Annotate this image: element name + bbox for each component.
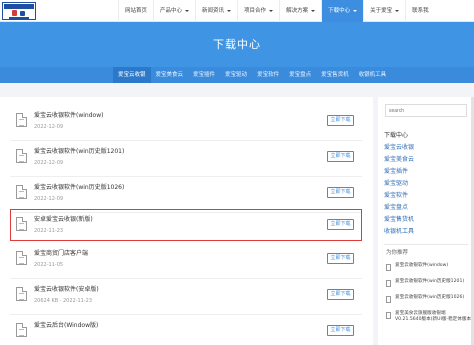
download-date: 20624 KB · 2022-11-23 <box>34 298 93 304</box>
file-icon <box>16 323 27 337</box>
sidebar-heading: 下载中心 <box>384 132 409 139</box>
sidebar-link-drivers[interactable]: 爱宝驱动 <box>384 180 408 188</box>
caret-down-icon <box>353 9 358 12</box>
sidebar-link-cloud-cashier[interactable]: 爱宝云收银 <box>384 144 414 152</box>
nav-label: 下载中心 <box>328 8 351 14</box>
nav-item-solutions[interactable]: 解决方案 <box>279 0 321 22</box>
sidebar: 下载中心 爱宝云收银 爱宝美食云 爱宝插件 爱宝驱动 爱宝软件 爱宝盘点 爱宝售… <box>378 97 474 345</box>
download-title[interactable]: 爱宝云收银软件(window) <box>34 112 103 120</box>
tab-inventory[interactable]: 爱宝盘点 <box>284 67 316 83</box>
file-icon <box>386 264 391 271</box>
recommend-item[interactable]: 爱宝云收银软件(win历史版1201) <box>386 278 470 293</box>
caret-down-icon <box>227 9 232 12</box>
category-tab-bar: 爱宝云收银 爱宝美食云 爱宝插件 爱宝驱动 爱宝软件 爱宝盘点 爱宝售货机 收银… <box>0 67 474 83</box>
top-navigation-bar: 网站首页 产品中心 新闻资讯 项目合作 解决方案 下载中心 关于爱宝 联系我 <box>0 0 474 22</box>
sidebar-link-food-cloud[interactable]: 爱宝美食云 <box>384 156 414 164</box>
list-item: 爱宝云收银软件(win历史版1026) 2022-12-09 立即下载 <box>10 177 362 211</box>
list-item-highlighted: 安卓爱宝云收银(新版) 2022-11-23 立即下载 <box>10 209 362 241</box>
search-input[interactable] <box>385 104 467 117</box>
sidebar-link-inventory[interactable]: 爱宝盘点 <box>384 204 408 212</box>
download-button[interactable]: 立即下载 <box>327 187 354 198</box>
file-icon <box>386 280 391 287</box>
nav-item-home[interactable]: 网站首页 <box>118 0 153 22</box>
file-icon <box>16 149 27 163</box>
tab-food-cloud[interactable]: 爱宝美食云 <box>151 67 189 83</box>
nav-label: 项目合作 <box>244 8 267 14</box>
tab-plugins[interactable]: 爱宝插件 <box>188 67 220 83</box>
main-nav: 网站首页 产品中心 新闻资讯 项目合作 解决方案 下载中心 关于爱宝 联系我 <box>118 0 435 22</box>
nav-item-cooperation[interactable]: 项目合作 <box>237 0 279 22</box>
sidebar-link-cashier-tools[interactable]: 收银机工具 <box>384 228 414 236</box>
download-button[interactable]: 立即下载 <box>327 151 354 162</box>
recommend-title: 爱宝云收银软件(window) <box>395 263 449 268</box>
list-item: 爱宝云收银软件(安卓版) 20624 KB · 2022-11-23 立即下载 <box>10 279 362 313</box>
nav-item-news[interactable]: 新闻资讯 <box>195 0 237 22</box>
nav-label: 新闻资讯 <box>202 8 225 14</box>
download-title[interactable]: 安卓爱宝云收银(新版) <box>34 216 93 224</box>
nav-label: 联系我 <box>412 8 429 14</box>
nav-item-downloads[interactable]: 下载中心 <box>321 0 364 22</box>
download-button[interactable]: 立即下载 <box>327 219 354 230</box>
nav-item-contact[interactable]: 联系我 <box>405 0 435 22</box>
divider <box>384 244 468 245</box>
list-item: 爱宝云收银软件(window) 2022-12-09 立即下载 <box>10 105 362 139</box>
caret-down-icon <box>269 9 274 12</box>
file-icon <box>16 217 27 231</box>
file-icon <box>16 185 27 199</box>
download-title[interactable]: 爱宝云收银软件(win历史版1026) <box>34 184 124 192</box>
recommend-heading: 为你推荐 <box>386 250 409 256</box>
logo-band <box>4 4 34 9</box>
recommend-item[interactable]: 爱宝云收银软件(win历史版1026) <box>386 294 470 309</box>
tab-cashier-tools[interactable]: 收银机工具 <box>354 67 392 83</box>
file-icon <box>16 287 27 301</box>
list-item: 爱宝云后台(Window版) 立即下载 <box>10 315 362 345</box>
category-tabs: 爱宝云收银 爱宝美食云 爱宝插件 爱宝驱动 爱宝软件 爱宝盘点 爱宝售货机 收银… <box>113 67 391 83</box>
download-title[interactable]: 爱宝云后台(Window版) <box>34 322 98 330</box>
caret-down-icon <box>311 9 316 12</box>
nav-label: 解决方案 <box>286 8 309 14</box>
recommend-subtitle: V0.21.5640版本(新UI版-稳定体版本) <box>395 317 473 322</box>
nav-label: 关于爱宝 <box>370 8 393 14</box>
company-logo[interactable] <box>2 2 36 20</box>
nav-item-products[interactable]: 产品中心 <box>153 0 195 22</box>
list-item: 爱宝云收银软件(win历史版1201) 2022-12-09 立即下载 <box>10 141 362 175</box>
download-date: 2022-11-05 <box>34 262 64 268</box>
recommend-item[interactable]: 爱宝美食云旗舰版收银端 V0.21.5640版本(新UI版-稳定体版本) <box>386 310 473 325</box>
file-icon <box>16 113 27 127</box>
download-button[interactable]: 立即下载 <box>327 253 354 264</box>
page-banner: 下载中心 <box>0 22 474 67</box>
download-date: 2022-12-09 <box>34 160 64 166</box>
download-title[interactable]: 爱宝商贸门店客户端 <box>34 250 88 258</box>
download-date: 2022-12-09 <box>34 196 64 202</box>
page-title: 下载中心 <box>213 38 261 51</box>
file-icon <box>386 296 391 303</box>
download-button[interactable]: 立即下载 <box>327 115 354 126</box>
downloads-list: 爱宝云收银软件(window) 2022-12-09 立即下载 爱宝云收银软件(… <box>0 97 373 345</box>
download-date: 2022-12-09 <box>34 124 64 130</box>
nav-label: 网站首页 <box>125 8 148 14</box>
sidebar-link-plugins[interactable]: 爱宝插件 <box>384 168 408 176</box>
download-button[interactable]: 立即下载 <box>327 325 354 336</box>
sidebar-link-vending[interactable]: 爱宝售货机 <box>384 216 414 224</box>
download-date: 2022-11-23 <box>34 228 64 234</box>
caret-down-icon <box>185 9 190 12</box>
download-button[interactable]: 立即下载 <box>327 289 354 300</box>
sidebar-link-software[interactable]: 爱宝软件 <box>384 192 408 200</box>
file-icon <box>386 312 391 319</box>
download-title[interactable]: 爱宝云收银软件(安卓版) <box>34 286 99 294</box>
tab-vending[interactable]: 爱宝售货机 <box>316 67 354 83</box>
list-item: 爱宝商贸门店客户端 2022-11-05 立即下载 <box>10 243 362 277</box>
tab-cloud-cashier[interactable]: 爱宝云收银 <box>113 67 151 83</box>
recommend-title: 爱宝云收银软件(win历史版1026) <box>395 295 465 300</box>
tab-software[interactable]: 爱宝软件 <box>252 67 284 83</box>
tab-drivers[interactable]: 爱宝驱动 <box>220 67 252 83</box>
logo-mark <box>9 10 29 19</box>
file-icon <box>16 251 27 265</box>
recommend-title: 爱宝云收银软件(win历史版1201) <box>395 279 465 284</box>
caret-down-icon <box>395 9 400 12</box>
download-title[interactable]: 爱宝云收银软件(win历史版1201) <box>34 148 124 156</box>
recommend-item[interactable]: 爱宝云收银软件(window) <box>386 262 470 277</box>
nav-label: 产品中心 <box>160 8 183 14</box>
nav-item-about[interactable]: 关于爱宝 <box>363 0 405 22</box>
